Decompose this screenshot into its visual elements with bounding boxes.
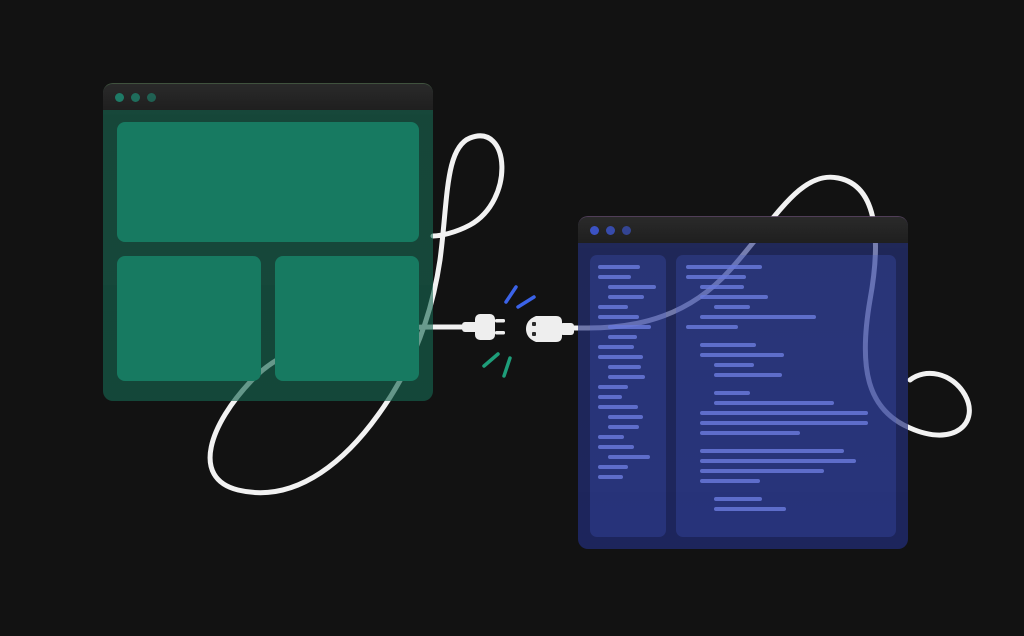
- titlebar: [578, 217, 908, 243]
- traffic-light-icon: [590, 226, 599, 235]
- app-window-green: [103, 83, 433, 401]
- traffic-light-icon: [606, 226, 615, 235]
- app-window-blue: [578, 216, 908, 549]
- sidebar-panel: [590, 255, 666, 537]
- plug-right-icon: [526, 316, 574, 342]
- hero-panel: [117, 122, 419, 242]
- traffic-light-icon: [622, 226, 631, 235]
- window-content: [103, 110, 433, 393]
- spark-icon: [484, 287, 534, 376]
- titlebar: [103, 84, 433, 110]
- card-panel: [275, 256, 419, 381]
- plug-left-icon: [462, 314, 505, 340]
- traffic-light-icon: [131, 93, 140, 102]
- card-panel: [117, 256, 261, 381]
- editor-panel: [676, 255, 896, 537]
- window-content: [578, 243, 908, 549]
- traffic-light-icon: [147, 93, 156, 102]
- traffic-light-icon: [115, 93, 124, 102]
